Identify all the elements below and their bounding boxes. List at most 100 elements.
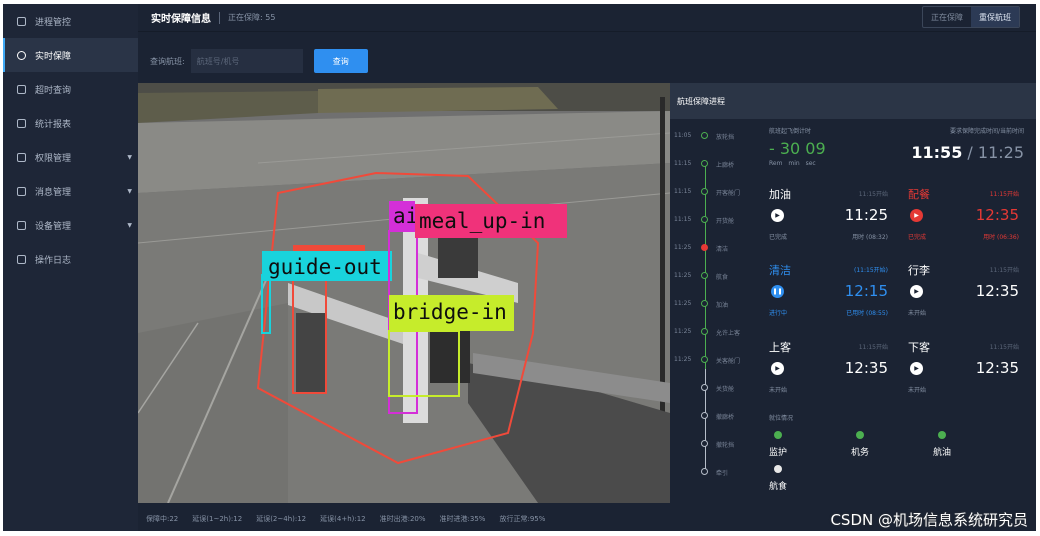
task-card[interactable]: 加油 11:15开始 ▶ 11:25 已完成 用时 (08:32) [769, 182, 898, 256]
sidebar: 进程管控实时保障 超时查询 统计报表 权限管理 ▼ 消息管理 ▼ 设备管理 ▼ 操作日志 [3, 4, 138, 531]
departure-countdown: 航班起飞倒计时 - 30 09 Rem min sec [769, 126, 826, 167]
task-card[interactable]: 上客 11:15开始 ▶ 12:35 未开始 [769, 335, 898, 409]
task-name: 加油 [769, 188, 791, 201]
detection-meal-up-in: meal_up-in [419, 209, 545, 233]
play-icon[interactable]: ▶ [910, 362, 923, 375]
timeline-step-name: 关货舱 [716, 386, 735, 393]
pause-icon[interactable]: ❚❚ [771, 285, 784, 298]
timeline-step: 11:25 允许上客 [670, 325, 758, 339]
detection-bridge-in: bridge-in [393, 300, 507, 324]
monitor-icon [17, 220, 26, 230]
task-card[interactable]: 清洁 (11:15开始) ❚❚ 12:15 进行中 已用时 (08:55) [769, 258, 898, 332]
top-bar: 实时保障信息 正在保障: 55 正在保障 重保航班 [138, 4, 1036, 32]
play-icon[interactable]: ▶ [771, 362, 784, 375]
task-name: 配餐 [908, 188, 930, 201]
timeline-dot-icon [701, 132, 708, 139]
sidebar-item-label: 设备管理 [35, 221, 72, 232]
timeline-dot-icon [701, 244, 708, 251]
task-status: 未开始 [908, 387, 927, 394]
stat-item: 准时进港:35% [439, 515, 486, 523]
toggle-priority-flights[interactable]: 重保航班 [971, 7, 1019, 27]
app-window: 进程管控实时保障 超时查询 统计报表 权限管理 ▼ 消息管理 ▼ 设备管理 ▼ 操作日志 实时保障… [3, 4, 1036, 531]
play-icon[interactable]: ▶ [910, 209, 923, 222]
timeline-time: 11:05 [674, 132, 692, 139]
timeline-time: 11:15 [674, 160, 692, 167]
sidebar-item-6[interactable]: 设备管理 ▼ [3, 208, 138, 242]
sidebar-item-1[interactable]: 实时保障 [3, 38, 138, 72]
task-name: 上客 [769, 341, 791, 354]
active-count: 正在保障: 55 [228, 13, 276, 22]
progress-panel: 航班保障进程 11:05 放轮挡 11:15 上廊桥 11:15 开客舱门 11:15 开货舱… [670, 83, 1036, 503]
sidebar-item-label: 操作日志 [35, 255, 72, 266]
timeline-step: 撤轮挡 [670, 437, 758, 451]
flight-search-input[interactable] [190, 49, 303, 73]
message-icon [17, 186, 26, 196]
present-dot-icon [938, 431, 946, 439]
stat-item: 延误(4+h):12 [320, 515, 366, 523]
staff-name: 航食 [769, 482, 788, 492]
timeline-step: 11:05 放轮挡 [670, 129, 758, 143]
task-card[interactable]: 配餐 11:15开始 ▶ 12:35 已完成 用时 (06:36) [908, 182, 1029, 256]
timeline-step-name: 加油 [716, 302, 729, 309]
view-toggle: 正在保障 重保航班 [922, 6, 1020, 28]
timeline-dot-icon [701, 412, 708, 419]
sidebar-item-5[interactable]: 消息管理 ▼ [3, 174, 138, 208]
sidebar-item-3[interactable]: 统计报表 [3, 106, 138, 140]
process-timeline: 11:05 放轮挡 11:15 上廊桥 11:15 开客舱门 11:15 开货舱 11:25 清洁… [670, 119, 758, 503]
log-icon [17, 254, 26, 264]
apron-camera-image: guide-out ai meal_up-in bridge-in [138, 83, 670, 503]
search-label: 查询航班: [150, 56, 185, 66]
staff-name: 航油 [933, 448, 952, 458]
timeline-time: 11:25 [674, 272, 692, 279]
staff-name: 机务 [851, 448, 870, 458]
sidebar-item-label: 消息管理 [35, 187, 72, 198]
timeline-dot-icon [701, 300, 708, 307]
absent-dot-icon [774, 465, 782, 473]
search-button[interactable]: 查询 [313, 49, 368, 73]
finish-current-time: 11:25 [977, 143, 1024, 162]
toggle-in-progress[interactable]: 正在保障 [923, 7, 971, 27]
task-elapsed: 用时 (06:36) [983, 234, 1019, 241]
stat-item: 准时出港:20% [379, 515, 426, 523]
sidebar-item-7[interactable]: 操作日志 [3, 242, 138, 276]
detection-guide-out: guide-out [268, 255, 382, 279]
sidebar-item-label: 进程管控 [35, 17, 72, 28]
task-time: 11:25 [844, 206, 888, 224]
sidebar-item-4[interactable]: 权限管理 ▼ [3, 140, 138, 174]
finish-value: 11:55 / 11:25 [911, 143, 1024, 162]
timeline-time: 11:25 [674, 300, 692, 307]
caret-down-icon: ▼ [127, 221, 132, 229]
countdown-units: Rem min sec [769, 160, 816, 167]
task-status: 未开始 [769, 387, 788, 394]
task-name: 清洁 [769, 264, 791, 277]
bar-chart-icon [17, 118, 26, 128]
clipboard-icon [17, 16, 26, 26]
required-finish: 要求保障完成时间/当前时间 11:55 / 11:25 [911, 126, 1024, 162]
timeline-step-name: 牵引 [716, 470, 729, 477]
staff-2: 航油 [933, 431, 951, 458]
caret-down-icon: ▼ [127, 153, 132, 161]
countdown-label: 航班起飞倒计时 [769, 128, 812, 135]
camera-icon [17, 50, 26, 60]
play-icon[interactable]: ▶ [910, 285, 923, 298]
staff-3: 航食 [769, 465, 787, 492]
timeline-time: 11:15 [674, 188, 692, 195]
camera-feed: guide-out ai meal_up-in bridge-in [138, 83, 670, 503]
sidebar-item-2[interactable]: 超时查询 [3, 72, 138, 106]
timeline-dot-icon [701, 216, 708, 223]
timeline-step: 11:15 上廊桥 [670, 157, 758, 171]
task-card[interactable]: 行李 11:15开始 ▶ 12:35 未开始 [908, 258, 1029, 332]
timeline-dot-icon [701, 440, 708, 447]
task-card[interactable]: 下客 11:15开始 ▶ 12:35 未开始 [908, 335, 1029, 409]
timeline-time: 11:25 [674, 328, 692, 335]
sidebar-item-0[interactable]: 进程管控 [3, 4, 138, 38]
caret-down-icon: ▼ [127, 187, 132, 195]
play-icon[interactable]: ▶ [771, 209, 784, 222]
staff-label: 就位情况 [769, 415, 794, 422]
task-name: 下客 [908, 341, 930, 354]
user-card-icon [17, 152, 26, 162]
task-time: 12:35 [975, 206, 1019, 224]
timeline-dot-icon [701, 384, 708, 391]
csdn-watermark: CSDN @机场信息系统研究员 [830, 511, 1028, 529]
timeline-step: 牵引 [670, 465, 758, 479]
